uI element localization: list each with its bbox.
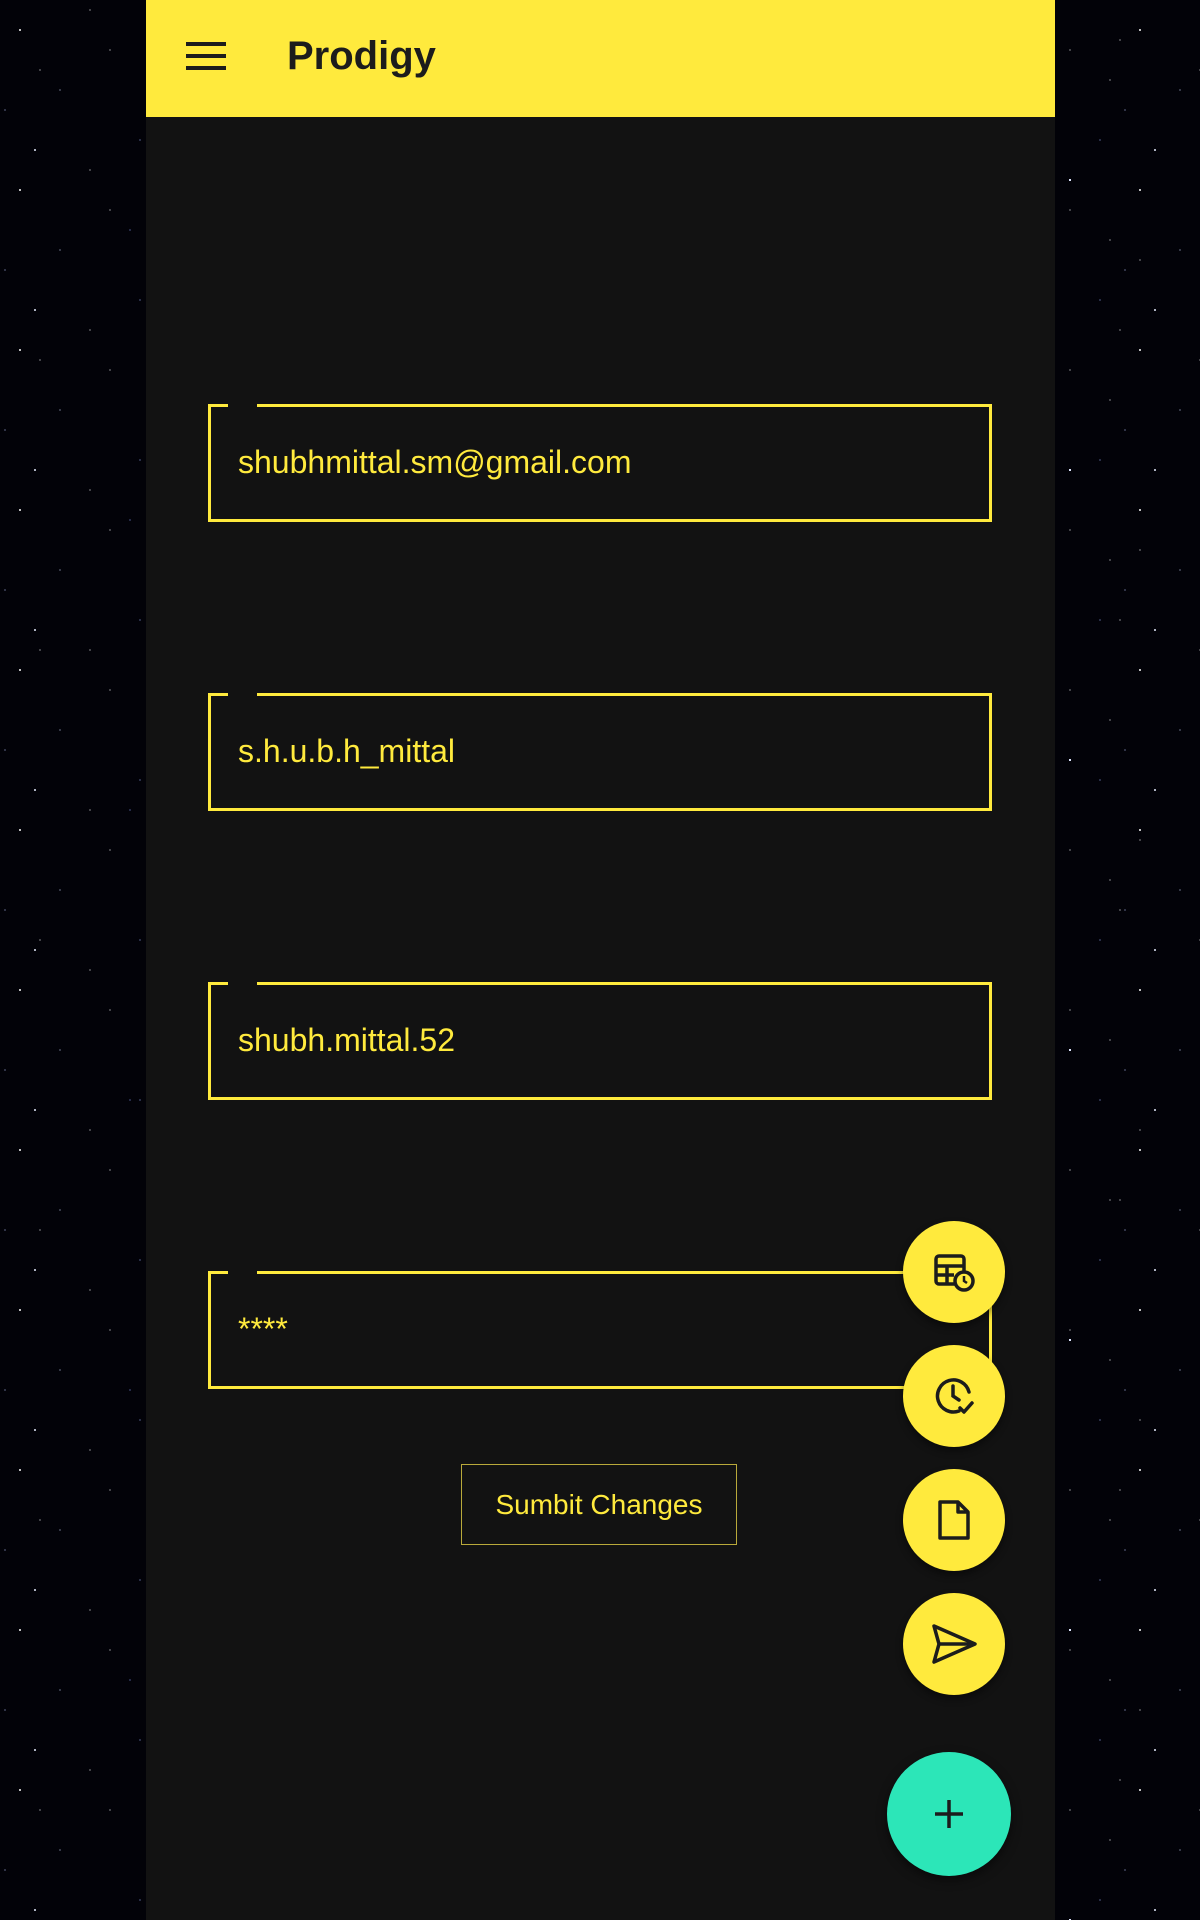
fab-schedule-button[interactable] — [903, 1221, 1005, 1323]
app-screen: Prodigy Sumbit Changes — [146, 0, 1055, 1920]
username-field[interactable] — [208, 693, 992, 811]
fab-document-button[interactable] — [903, 1469, 1005, 1571]
username-input[interactable] — [238, 721, 958, 781]
document-icon — [938, 1500, 970, 1540]
email-field[interactable] — [208, 404, 992, 522]
app-title: Prodigy — [287, 34, 436, 78]
password-field[interactable] — [208, 1271, 992, 1389]
hamburger-menu-icon[interactable] — [186, 40, 226, 72]
handle-field[interactable] — [208, 982, 992, 1100]
email-input[interactable] — [238, 432, 958, 492]
plus-icon — [935, 1800, 963, 1828]
app-bar: Prodigy — [146, 0, 1055, 117]
submit-changes-button[interactable]: Sumbit Changes — [461, 1464, 737, 1545]
fab-history-button[interactable] — [903, 1345, 1005, 1447]
send-icon — [932, 1624, 977, 1664]
fab-main-add-button[interactable] — [887, 1752, 1011, 1876]
schedule-table-icon — [934, 1254, 975, 1292]
handle-input[interactable] — [238, 1010, 958, 1070]
fab-send-button[interactable] — [903, 1593, 1005, 1695]
clock-check-icon — [935, 1378, 974, 1414]
password-input[interactable] — [238, 1299, 958, 1359]
